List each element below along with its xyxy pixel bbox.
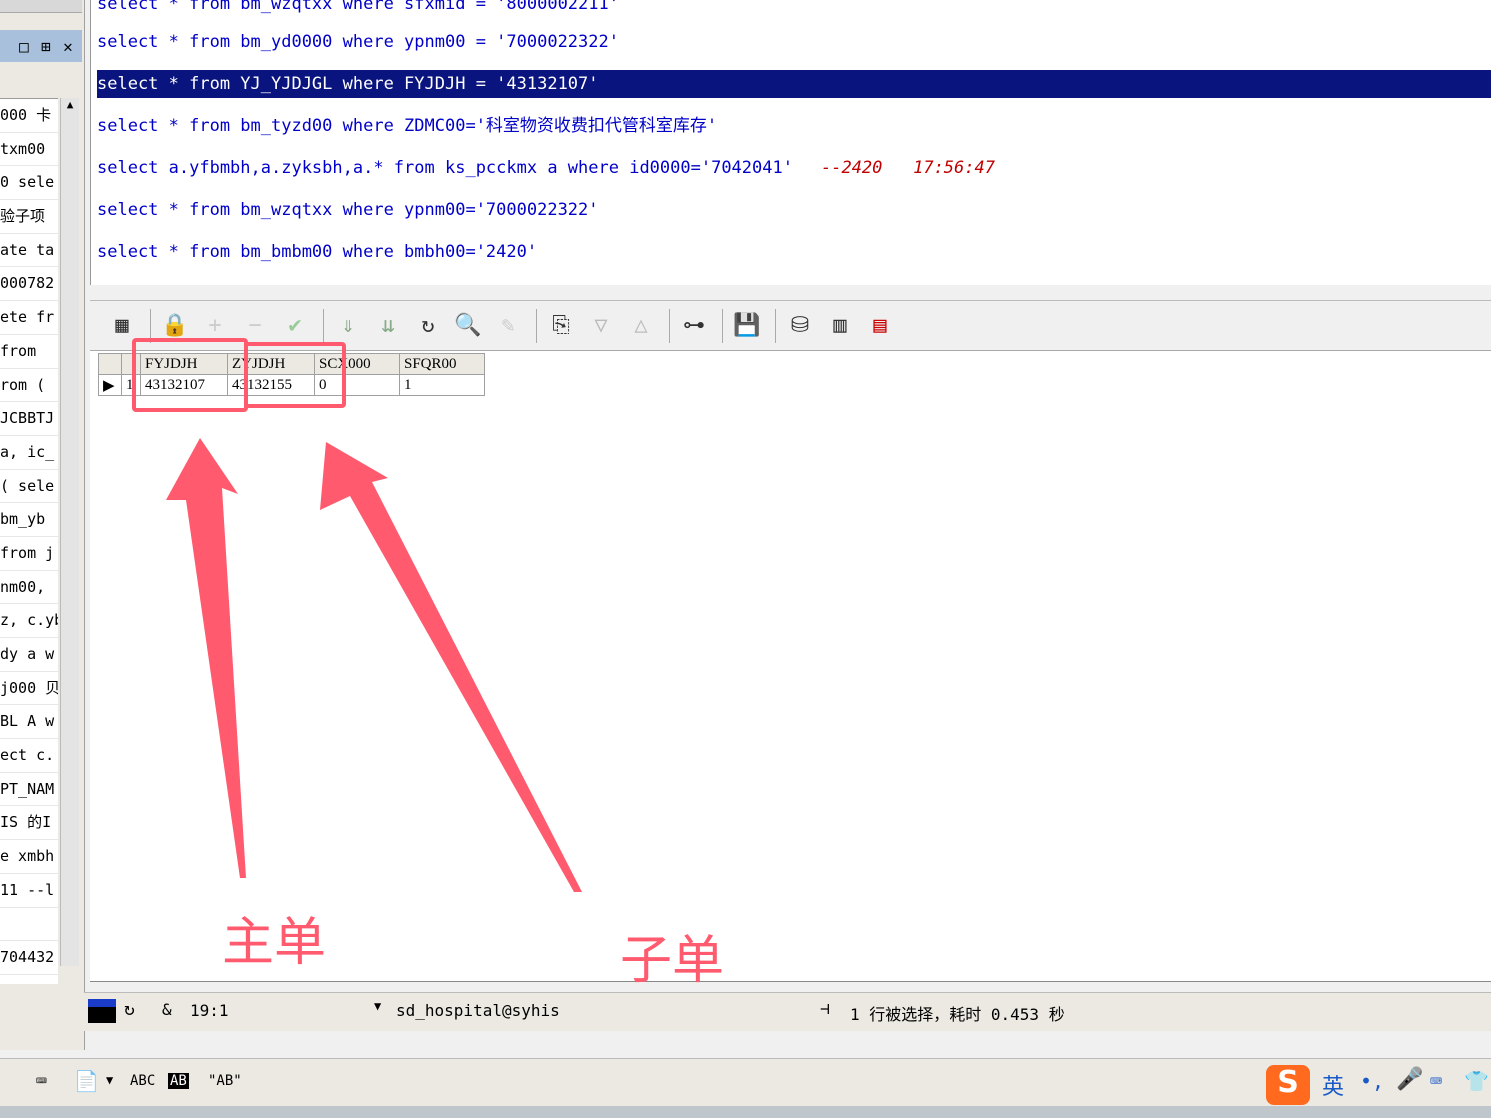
annotation-child-label: 子单 (620, 931, 725, 991)
arrow-master-icon (166, 438, 246, 878)
arrow-child-icon (320, 442, 582, 892)
annotation-master-label: 主单 (222, 913, 327, 973)
